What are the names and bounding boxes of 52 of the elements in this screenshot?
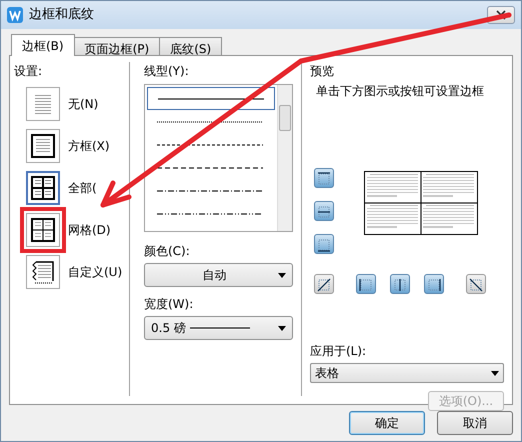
border-icon — [315, 276, 333, 294]
preset-label: 网格(D) — [68, 222, 111, 239]
caret-icon — [278, 272, 286, 278]
line-sample-icon — [158, 96, 264, 100]
border-toggle-button[interactable] — [314, 234, 334, 254]
window-title: 边框和底纹 — [29, 6, 94, 24]
border-preset-button[interactable] — [26, 255, 60, 289]
preset-label: 无(N) — [68, 96, 98, 113]
line-style-label: 线型(Y): — [144, 63, 190, 80]
apply-to-dropdown[interactable]: 表格 — [310, 363, 504, 383]
preset-label: 方框(X) — [68, 138, 110, 155]
tab[interactable]: 底纹(S) — [159, 37, 222, 55]
border-toggle-button[interactable] — [424, 274, 444, 294]
apply-to-label: 应用于(L): — [310, 343, 368, 360]
border-preset-icon — [29, 174, 57, 202]
scrollbar[interactable] — [277, 85, 292, 231]
tab[interactable]: 页面边框(P) — [74, 37, 160, 55]
close-icon — [496, 10, 506, 20]
border-toggle-button[interactable] — [356, 274, 376, 294]
preview-label: 预览 — [310, 63, 335, 80]
line-sample-icon — [157, 120, 263, 124]
line-sample-icon — [157, 212, 263, 216]
dialog-button[interactable]: 取消 — [437, 411, 513, 435]
line-sample-icon — [190, 327, 250, 329]
dialog-button[interactable]: 确定 — [349, 411, 425, 435]
preview-hint: 单击下方图示或按钮可设置边框 — [316, 83, 485, 100]
color-dropdown[interactable]: 自动 — [144, 263, 293, 287]
caret-icon — [278, 326, 286, 330]
border-toggle-button[interactable] — [314, 201, 334, 221]
border-toggle-button[interactable] — [390, 274, 410, 294]
preset-label: 自定义(U) — [68, 264, 122, 281]
tab[interactable]: 边框(B) — [11, 34, 75, 56]
border-preset-icon — [29, 216, 57, 244]
caret-icon — [491, 370, 499, 376]
border-preset-button[interactable] — [26, 129, 60, 163]
app-logo-icon — [7, 7, 23, 23]
color-label: 颜色(C): — [144, 243, 191, 260]
line-style-option[interactable] — [147, 87, 275, 110]
border-preset-button[interactable] — [26, 213, 60, 247]
width-dropdown[interactable]: 0.5 磅 — [144, 316, 293, 340]
border-toggle-button[interactable] — [466, 274, 486, 294]
border-toggle-button[interactable] — [314, 274, 334, 294]
border-preset-button[interactable] — [26, 171, 60, 205]
section-label: 设置: — [14, 63, 44, 80]
border-preset-icon — [29, 132, 57, 160]
preset-label: 全部( — [68, 180, 97, 197]
border-toggle-button[interactable] — [314, 168, 334, 188]
line-sample-icon — [157, 142, 263, 146]
line-sample-icon — [157, 166, 263, 170]
width-label: 宽度(W): — [144, 296, 194, 313]
line-sample-icon — [157, 188, 263, 192]
border-icon — [467, 276, 485, 294]
